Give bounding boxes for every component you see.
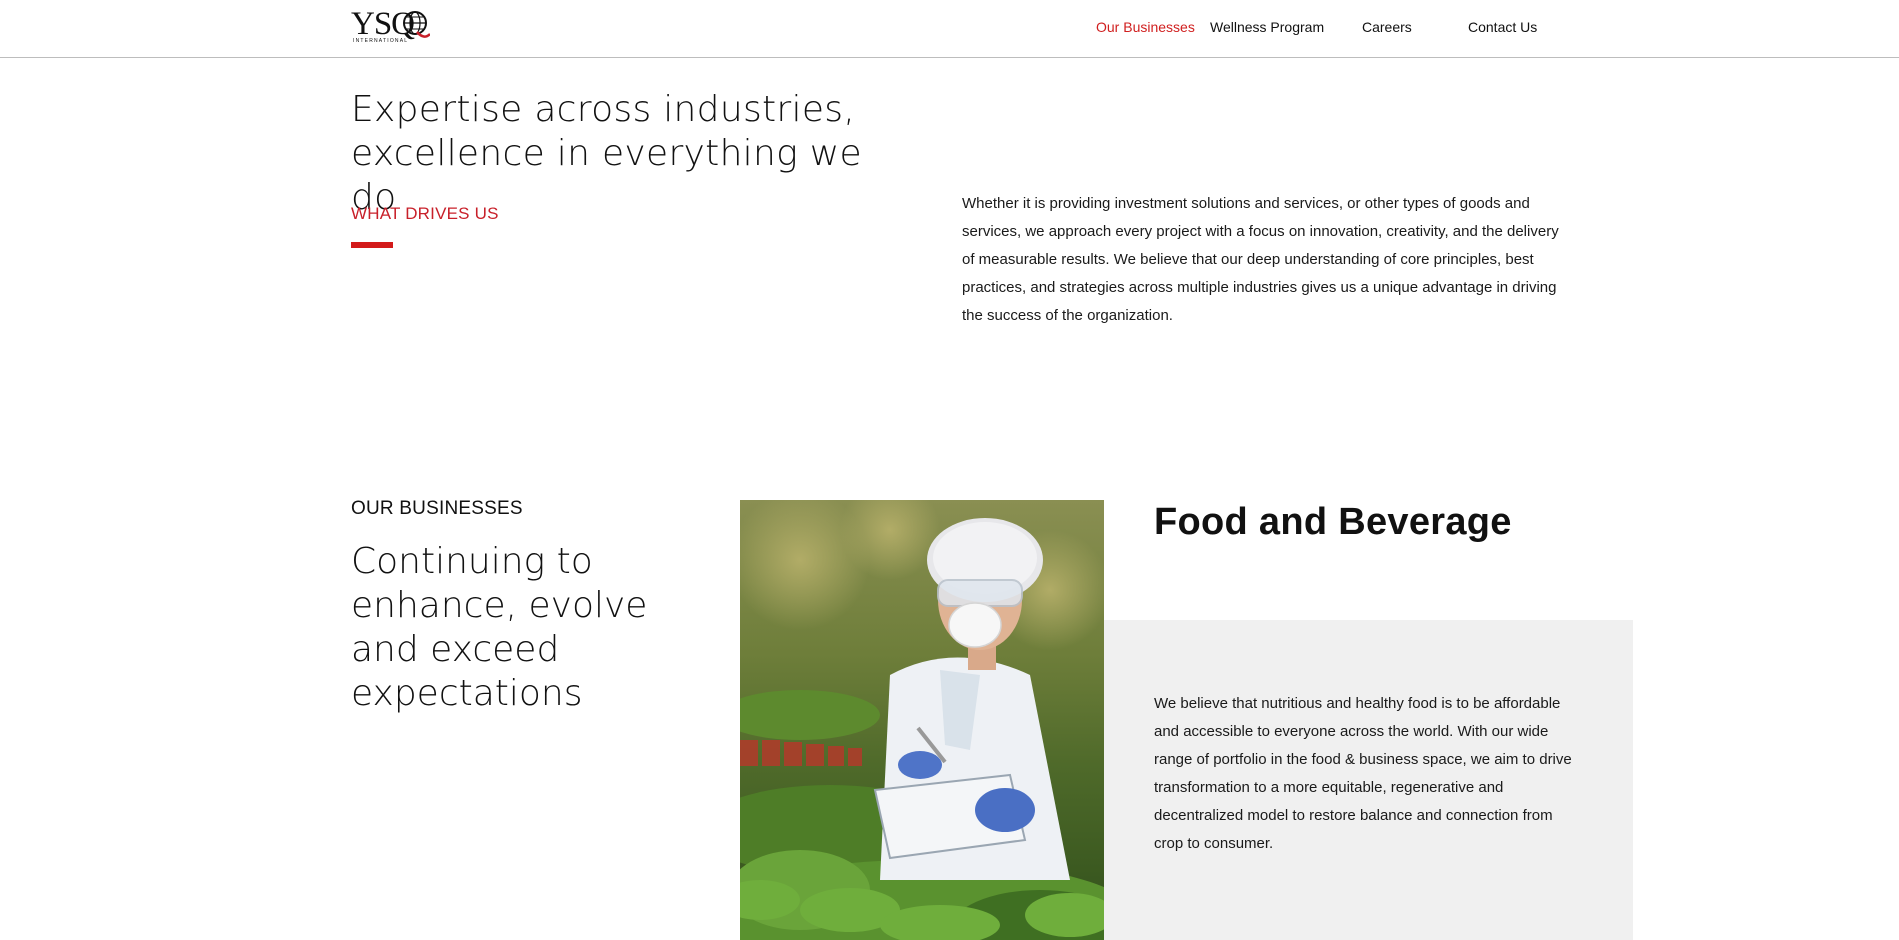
intro-body: Whether it is providing investment solut… — [962, 195, 1559, 324]
nav-wellness-program[interactable]: Wellness Program — [1210, 17, 1324, 37]
card-title: Food and Beverage — [1154, 501, 1512, 543]
photo-illustration — [740, 500, 1104, 940]
nav-our-businesses[interactable]: Our Businesses — [1096, 17, 1195, 37]
nav-contact-us[interactable]: Contact Us — [1468, 17, 1537, 37]
nav-careers[interactable]: Careers — [1362, 17, 1412, 37]
intro-eyebrow: WHAT DRIVES US — [351, 204, 499, 223]
intro-title: Expertise across industries, excellence … — [351, 89, 862, 218]
site-header: YSQ INTERNATIONAL Our Businesses Wellnes… — [0, 0, 1899, 58]
globe-icon — [403, 11, 430, 38]
businesses-title: Continuing to enhance, evolve and exceed… — [351, 541, 648, 714]
businesses-label: OUR BUSINESSES — [351, 498, 523, 519]
accent-divider — [351, 242, 393, 248]
scientist-greenhouse-photo — [740, 500, 1104, 940]
ysq-logo[interactable]: YSQ INTERNATIONAL — [351, 6, 441, 48]
logo-subtext: INTERNATIONAL — [353, 38, 409, 44]
card-body: We believe that nutritious and healthy f… — [1154, 695, 1572, 852]
